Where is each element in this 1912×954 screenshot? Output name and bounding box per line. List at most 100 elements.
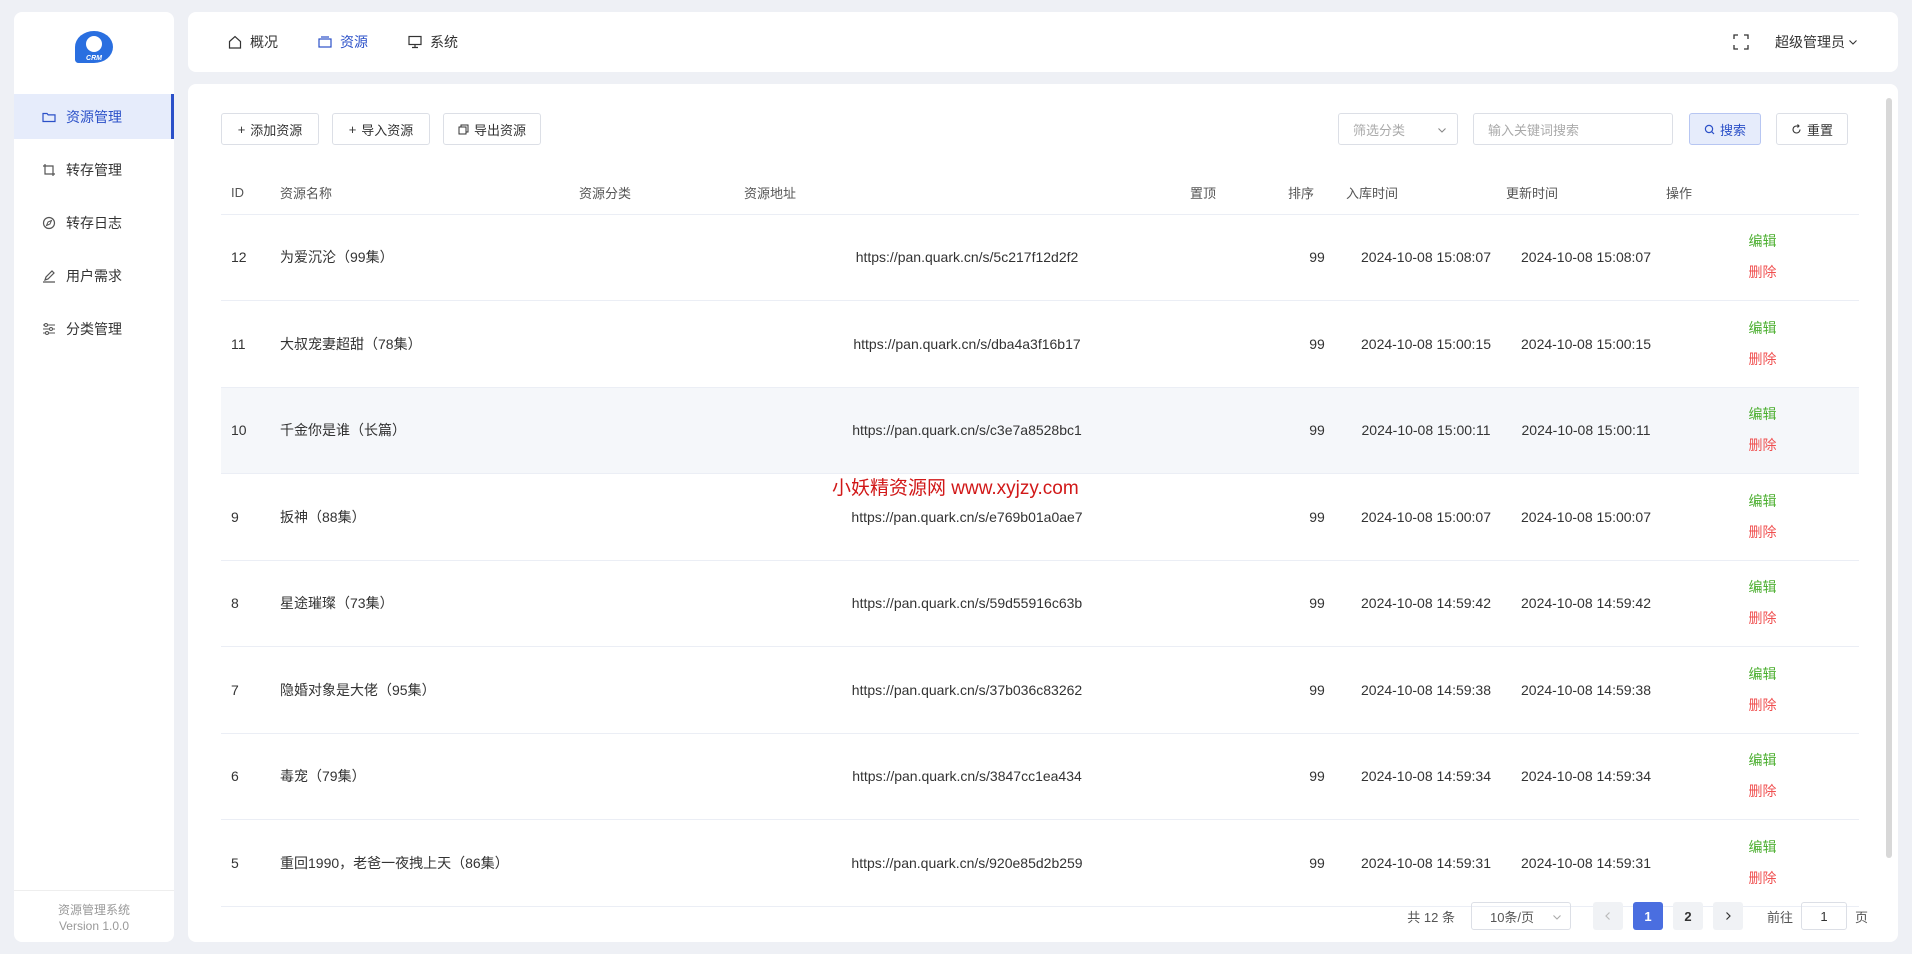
column-header-url[interactable]: 资源地址 bbox=[744, 172, 1190, 215]
delete-link[interactable]: 删除 bbox=[1666, 863, 1859, 894]
edit-link[interactable]: 编辑 bbox=[1666, 226, 1859, 257]
search-button[interactable]: 搜索 bbox=[1689, 113, 1761, 145]
cell-url[interactable]: https://pan.quark.cn/s/59d55916c63b bbox=[744, 560, 1190, 647]
watermark-text: 小妖精资源网 www.xyjzy.com bbox=[832, 478, 1079, 499]
cell-url[interactable]: https://pan.quark.cn/s/3847cc1ea434 bbox=[744, 733, 1190, 820]
tab-overview[interactable]: 概况 bbox=[228, 32, 278, 52]
delete-link[interactable]: 删除 bbox=[1666, 517, 1859, 548]
column-header-actions: 操作 bbox=[1666, 172, 1859, 215]
cell-actions: 编辑 删除 bbox=[1666, 214, 1859, 301]
delete-link[interactable]: 删除 bbox=[1666, 344, 1859, 375]
select-placeholder: 筛选分类 bbox=[1353, 122, 1406, 138]
edit-link[interactable]: 编辑 bbox=[1666, 572, 1859, 603]
button-label: 重置 bbox=[1806, 122, 1833, 138]
sidebar: CRM 资源管理 转存管理 转存日志 用户需求 分类管理 资源管理系统 Vers… bbox=[14, 12, 174, 942]
import-resource-button[interactable]: + 导入资源 bbox=[332, 113, 430, 145]
chevron-down-icon bbox=[1848, 37, 1858, 47]
goto-page: 前往 1 页 bbox=[1767, 902, 1868, 930]
goto-page-input[interactable]: 1 bbox=[1800, 902, 1847, 930]
edit-link[interactable]: 编辑 bbox=[1666, 313, 1859, 344]
toolbar: + 添加资源 + 导入资源 导出资源 筛选分类 输入关键词搜索 搜索 重置 bbox=[221, 113, 1858, 145]
delete-link[interactable]: 删除 bbox=[1666, 257, 1859, 288]
system-name: 资源管理系统 bbox=[57, 903, 130, 917]
fullscreen-icon[interactable] bbox=[1733, 34, 1749, 50]
edit-link[interactable]: 编辑 bbox=[1666, 486, 1859, 517]
cell-url[interactable]: https://pan.quark.cn/s/5c217f12d2f2 bbox=[744, 214, 1190, 301]
button-label: 添加资源 bbox=[250, 122, 303, 138]
sidebar-item-transfer-log[interactable]: 转存日志 bbox=[14, 200, 174, 245]
edit-link[interactable]: 编辑 bbox=[1666, 659, 1859, 690]
export-resource-button[interactable]: 导出资源 bbox=[443, 113, 541, 145]
top-header: 概况 资源 系统 超级管理员 bbox=[188, 12, 1898, 72]
delete-link[interactable]: 删除 bbox=[1666, 776, 1859, 807]
column-header-category[interactable]: 资源分类 bbox=[579, 172, 744, 215]
cell-updated: 2024-10-08 14:59:42 bbox=[1506, 560, 1666, 647]
folder-icon bbox=[40, 108, 58, 126]
cell-created: 2024-10-08 15:00:15 bbox=[1346, 300, 1506, 388]
page-button-1[interactable]: 1 bbox=[1632, 902, 1663, 930]
column-header-updated[interactable]: 更新时间 bbox=[1506, 172, 1666, 215]
cell-created: 2024-10-08 14:59:31 bbox=[1346, 819, 1506, 907]
box-icon bbox=[318, 35, 332, 49]
column-header-sort[interactable]: 排序 bbox=[1288, 172, 1346, 215]
cell-category bbox=[579, 560, 744, 647]
sidebar-item-label: 用户需求 bbox=[66, 267, 122, 284]
cell-pin bbox=[1190, 646, 1288, 734]
sidebar-item-resources[interactable]: 资源管理 bbox=[14, 94, 174, 139]
column-header-created[interactable]: 入库时间 bbox=[1346, 172, 1506, 215]
delete-link[interactable]: 删除 bbox=[1666, 690, 1859, 721]
category-filter-select[interactable]: 筛选分类 bbox=[1338, 113, 1458, 145]
sidebar-item-user-requests[interactable]: 用户需求 bbox=[14, 253, 174, 298]
cell-url[interactable]: https://pan.quark.cn/s/920e85d2b259 bbox=[744, 819, 1190, 907]
cell-url[interactable]: https://pan.quark.cn/s/37b036c83262 bbox=[744, 646, 1190, 734]
cell-url[interactable]: https://pan.quark.cn/s/c3e7a8528bc1 bbox=[744, 387, 1190, 474]
keyword-search-input[interactable]: 输入关键词搜索 bbox=[1473, 113, 1673, 145]
edit-link[interactable]: 编辑 bbox=[1666, 832, 1859, 863]
cell-pin bbox=[1190, 733, 1288, 820]
edit-link[interactable]: 编辑 bbox=[1666, 399, 1859, 430]
column-header-id[interactable]: ID bbox=[221, 172, 280, 215]
tab-system[interactable]: 系统 bbox=[408, 32, 458, 52]
add-resource-button[interactable]: + 添加资源 bbox=[221, 113, 319, 145]
button-label: 导入资源 bbox=[361, 122, 414, 138]
user-menu[interactable]: 超级管理员 bbox=[1775, 32, 1858, 52]
tab-resources[interactable]: 资源 bbox=[318, 32, 368, 52]
cell-actions: 编辑 删除 bbox=[1666, 473, 1859, 561]
prev-page-button[interactable] bbox=[1592, 902, 1623, 930]
cell-name: 为爱沉沦（99集） bbox=[280, 214, 579, 301]
goto-prefix: 前往 bbox=[1766, 909, 1793, 925]
reset-button[interactable]: 重置 bbox=[1776, 113, 1848, 145]
tab-label: 概况 bbox=[250, 34, 278, 50]
delete-link[interactable]: 删除 bbox=[1666, 603, 1859, 634]
app-logo[interactable]: CRM bbox=[14, 12, 174, 82]
cell-created: 2024-10-08 14:59:34 bbox=[1346, 733, 1506, 820]
cell-id: 5 bbox=[221, 819, 280, 907]
cell-created: 2024-10-08 15:00:07 bbox=[1346, 473, 1506, 561]
delete-link[interactable]: 删除 bbox=[1666, 430, 1859, 461]
cell-id: 11 bbox=[221, 300, 280, 388]
button-label: 搜索 bbox=[1719, 122, 1746, 138]
sidebar-item-categories[interactable]: 分类管理 bbox=[14, 306, 174, 351]
cell-pin bbox=[1190, 473, 1288, 561]
next-page-button[interactable] bbox=[1712, 902, 1743, 930]
column-header-name[interactable]: 资源名称 bbox=[280, 172, 579, 215]
sidebar-item-transfer[interactable]: 转存管理 bbox=[14, 147, 174, 192]
column-header-pin[interactable]: 置顶 bbox=[1190, 172, 1288, 215]
edit-link[interactable]: 编辑 bbox=[1666, 745, 1859, 776]
page-button-2[interactable]: 2 bbox=[1672, 902, 1703, 930]
user-name: 超级管理员 bbox=[1775, 34, 1845, 50]
cell-created: 2024-10-08 15:00:11 bbox=[1346, 387, 1506, 474]
cell-url[interactable]: https://pan.quark.cn/s/dba4a3f16b17 bbox=[744, 300, 1190, 388]
cell-pin bbox=[1190, 300, 1288, 388]
vertical-scrollbar[interactable] bbox=[1886, 98, 1892, 858]
input-placeholder: 输入关键词搜索 bbox=[1488, 122, 1580, 138]
tab-label: 系统 bbox=[430, 34, 458, 50]
cell-updated: 2024-10-08 14:59:38 bbox=[1506, 646, 1666, 734]
pagination: 共 12 条 10条/页 1 2 前往 1 页 bbox=[1407, 902, 1868, 930]
cell-id: 10 bbox=[221, 387, 280, 474]
sidebar-item-label: 转存管理 bbox=[66, 161, 122, 178]
page-size-select[interactable]: 10条/页 bbox=[1470, 902, 1571, 930]
cell-actions: 编辑 删除 bbox=[1666, 646, 1859, 734]
cell-pin bbox=[1190, 387, 1288, 474]
cell-id: 7 bbox=[221, 646, 280, 734]
